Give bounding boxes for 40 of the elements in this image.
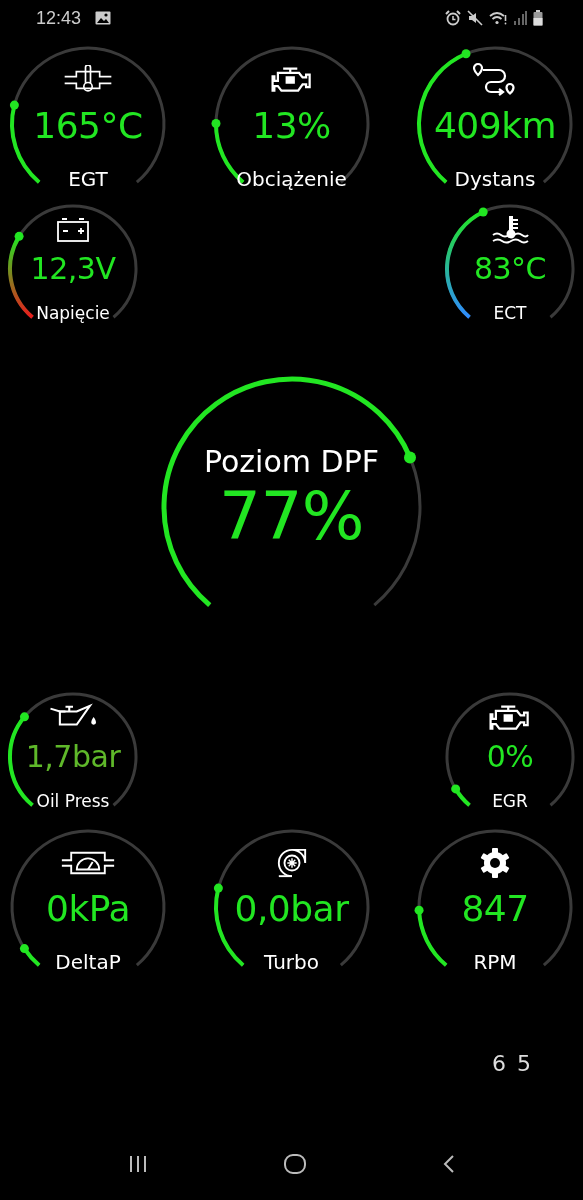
engine-icon bbox=[488, 703, 532, 733]
page-indicator: 6 5 bbox=[492, 1051, 533, 1076]
gauge-value: 83°C bbox=[473, 252, 547, 286]
home-icon[interactable] bbox=[282, 1152, 307, 1176]
gauge-value: 77% bbox=[218, 481, 365, 553]
clock: 12:43 bbox=[36, 7, 82, 29]
gauge-label: EGT bbox=[68, 167, 108, 191]
gauge-label: Obciążenie bbox=[236, 167, 347, 191]
alarm-icon bbox=[445, 10, 461, 26]
gauge-value: 0kPa bbox=[46, 889, 130, 929]
mute-icon bbox=[467, 10, 483, 26]
back-icon[interactable] bbox=[441, 1154, 456, 1174]
gauge-value: 847 bbox=[461, 889, 529, 929]
engine-icon bbox=[269, 65, 314, 95]
signal-icon bbox=[513, 10, 527, 26]
gauge-label: Poziom DPF bbox=[204, 444, 379, 480]
turbo-icon bbox=[275, 847, 308, 879]
gauge-label: DeltaP bbox=[55, 950, 121, 974]
gauge-value: 1,7bar bbox=[25, 740, 121, 774]
gauge-label: Napięcie bbox=[36, 302, 110, 324]
gauge-value: 0% bbox=[486, 740, 534, 774]
gauge-value: 13% bbox=[252, 106, 331, 146]
battery-status-icon bbox=[533, 10, 543, 26]
gauge-label: EGR bbox=[492, 790, 528, 812]
battery-icon bbox=[56, 217, 90, 243]
recent-apps-icon[interactable] bbox=[127, 1155, 148, 1173]
gauge-label: Oil Press bbox=[36, 790, 110, 812]
gauge-label: ECT bbox=[493, 302, 527, 324]
gauge-label: RPM bbox=[473, 950, 517, 974]
gauge-label: Turbo bbox=[264, 950, 319, 974]
gauge-label: Dystans bbox=[454, 167, 536, 191]
route-icon bbox=[473, 62, 517, 98]
wifi-icon bbox=[489, 10, 507, 26]
gauge-value: 12,3V bbox=[30, 252, 116, 286]
image-icon bbox=[95, 11, 112, 25]
gauge-value: 0,0bar bbox=[234, 889, 349, 929]
settings-icon bbox=[479, 847, 511, 879]
gauge-value: 165°C bbox=[33, 106, 143, 146]
gauge-value: 409km bbox=[433, 106, 557, 146]
coolant-thermometer-icon bbox=[490, 215, 530, 245]
